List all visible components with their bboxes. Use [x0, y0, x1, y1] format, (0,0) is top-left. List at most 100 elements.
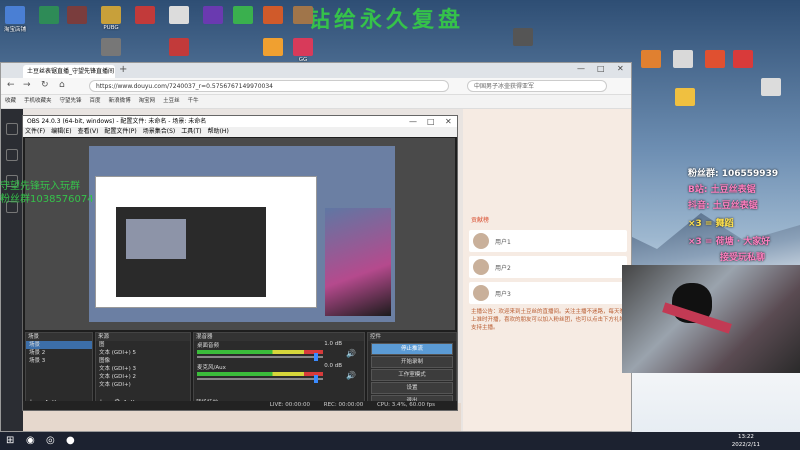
volume-slider[interactable] — [197, 378, 323, 380]
desktop-icon[interactable]: GG — [288, 38, 318, 63]
source-item[interactable]: 文本 (GDI+) 2 — [96, 373, 190, 381]
mixer-dock: 混音器 桌面音频1.0 dB🔊麦克风/Aux0.0 dB🔊 转场特效 — [193, 332, 365, 408]
maximize-icon[interactable]: □ — [597, 64, 605, 73]
desktop-icon[interactable]: 淘宝店铺 — [0, 6, 30, 33]
volume-slider[interactable] — [197, 356, 323, 358]
obs-control-button[interactable]: 停止推流 — [371, 343, 453, 355]
volume-slider-handle[interactable] — [314, 375, 318, 383]
obs-close-icon[interactable]: ✕ — [445, 116, 452, 127]
chat-row[interactable]: 用户3 — [469, 282, 627, 304]
taskbar-obs-icon[interactable]: ● — [66, 435, 75, 446]
bookmark-item[interactable]: 收藏 — [5, 98, 16, 104]
source-item[interactable]: 图像 — [96, 357, 190, 365]
desktop-icon[interactable] — [228, 6, 258, 25]
desktop-icon[interactable] — [130, 6, 160, 25]
obs-control-button[interactable]: 工作室模式 — [371, 369, 453, 381]
close-icon[interactable]: ✕ — [617, 64, 624, 73]
obs-menu-item[interactable]: 帮助(H) — [208, 128, 229, 135]
app-icon — [675, 88, 695, 106]
desktop-icon[interactable] — [508, 28, 538, 47]
bookmark-item[interactable]: 百度 — [90, 98, 101, 104]
bookmark-item[interactable]: 千牛 — [188, 98, 199, 104]
desktop-icon[interactable] — [258, 6, 288, 25]
bookmark-item[interactable]: 土豆丝 — [163, 98, 180, 104]
desktop-icon[interactable] — [164, 6, 194, 25]
source-item[interactable]: 文本 (GDI+) 3 — [96, 365, 190, 373]
desktop-icon[interactable] — [34, 6, 64, 25]
app-icon — [203, 6, 223, 24]
desktop-icon[interactable] — [258, 38, 288, 57]
sidebar-follow-icon[interactable] — [6, 149, 18, 161]
scene-item[interactable]: 场景 2 — [26, 349, 92, 357]
desktop-icon[interactable]: PUBG — [96, 6, 126, 31]
scene-item[interactable]: 场景 3 — [26, 357, 92, 365]
scenes-dock: 场景 场景场景 2场景 3 + − ∧ ∨ — [25, 332, 93, 408]
desktop-icon-label: 淘宝店铺 — [3, 27, 26, 33]
start-icon[interactable]: ⊞ — [6, 435, 14, 446]
desktop-icon[interactable] — [728, 50, 758, 69]
url-input[interactable]: https://www.douyu.com/7240037_r=0.575676… — [89, 80, 449, 92]
ranking-label[interactable]: 贡献榜 — [463, 213, 631, 226]
desktop-icon[interactable] — [198, 6, 228, 25]
taskbar-browser-icon[interactable]: ◎ — [46, 435, 55, 446]
app-icon — [733, 50, 753, 68]
obs-menu-item[interactable]: 场景集合(S) — [143, 128, 176, 135]
sidebar-home-icon[interactable] — [6, 123, 18, 135]
taskbar-app-icon[interactable]: ◉ — [26, 435, 35, 446]
source-item[interactable]: 图 — [96, 341, 190, 349]
source-item[interactable]: 文本 (GDI+) — [96, 381, 190, 389]
desktop-icon[interactable] — [288, 6, 318, 25]
bookmark-item[interactable]: 守望先锋 — [60, 98, 82, 104]
browser-tab[interactable]: 土豆丝表锯直播_守望先锋直播间 — [23, 65, 115, 78]
obs-menubar: 文件(F) 编辑(E) 查看(V) 配置文件(P) 场景集合(S) 工具(T) 帮助(H) — [23, 127, 457, 137]
bookmark-item[interactable]: 淘宝网 — [139, 98, 156, 104]
desktop-icon[interactable] — [96, 38, 126, 57]
avatar — [473, 285, 489, 301]
chat-row[interactable]: 用户1 — [469, 230, 627, 252]
desktop-icon[interactable] — [62, 6, 92, 25]
app-icon — [169, 6, 189, 24]
overlay-text-line: 接受玩私聊 — [720, 253, 766, 263]
obs-preview[interactable] — [25, 138, 455, 330]
mixer-channel: 桌面音频 1.0 dB 🔊 — [194, 341, 364, 363]
scene-item[interactable]: 场景 — [26, 341, 92, 349]
chat-username: 用户3 — [495, 291, 511, 298]
refresh-icon[interactable]: ↻ — [41, 80, 49, 90]
speaker-icon[interactable]: 🔊 — [346, 371, 356, 380]
back-icon[interactable]: ← — [7, 80, 15, 90]
desktop-icon[interactable] — [164, 38, 194, 57]
new-tab-button[interactable]: + — [119, 64, 127, 75]
app-icon — [263, 38, 283, 56]
obs-minimize-icon[interactable]: — — [409, 116, 417, 127]
desktop-icon[interactable] — [636, 50, 666, 69]
search-input[interactable]: 中国男子冰壶获得亚军 — [467, 80, 607, 92]
source-item[interactable]: 文本 (GDI+) 5 — [96, 349, 190, 357]
app-icon — [673, 50, 693, 68]
obs-menu-item[interactable]: 配置文件(P) — [104, 128, 136, 135]
forward-icon[interactable]: → — [23, 80, 31, 90]
home-icon[interactable]: ⌂ — [59, 80, 65, 90]
bookmark-item[interactable]: 手机收藏夹 — [24, 98, 52, 104]
app-icon — [293, 6, 313, 24]
app-icon — [705, 50, 725, 68]
desktop-icon[interactable] — [670, 88, 700, 107]
obs-maximize-icon[interactable]: □ — [427, 116, 435, 127]
minimize-icon[interactable]: — — [577, 64, 585, 73]
speaker-icon[interactable]: 🔊 — [346, 349, 356, 358]
obs-menu-item[interactable]: 工具(T) — [181, 128, 201, 135]
obs-control-button[interactable]: 开始录制 — [371, 356, 453, 368]
taskbar-clock[interactable]: 13:22 2022/2/11 — [732, 433, 760, 449]
obs-control-button[interactable]: 设置 — [371, 382, 453, 394]
desktop-icon[interactable] — [756, 78, 786, 97]
volume-meter — [197, 372, 323, 376]
chat-row[interactable]: 用户2 — [469, 256, 627, 278]
obs-menu-item[interactable]: 文件(F) — [25, 128, 45, 135]
avatar — [473, 233, 489, 249]
bookmark-item[interactable]: 新浪微博 — [109, 98, 131, 104]
preview-nested-obs — [116, 207, 266, 297]
volume-slider-handle[interactable] — [314, 353, 318, 361]
desktop-icon[interactable] — [668, 50, 698, 69]
obs-menu-item[interactable]: 查看(V) — [78, 128, 99, 135]
desktop-icon[interactable] — [700, 50, 730, 69]
obs-menu-item[interactable]: 编辑(E) — [51, 128, 71, 135]
